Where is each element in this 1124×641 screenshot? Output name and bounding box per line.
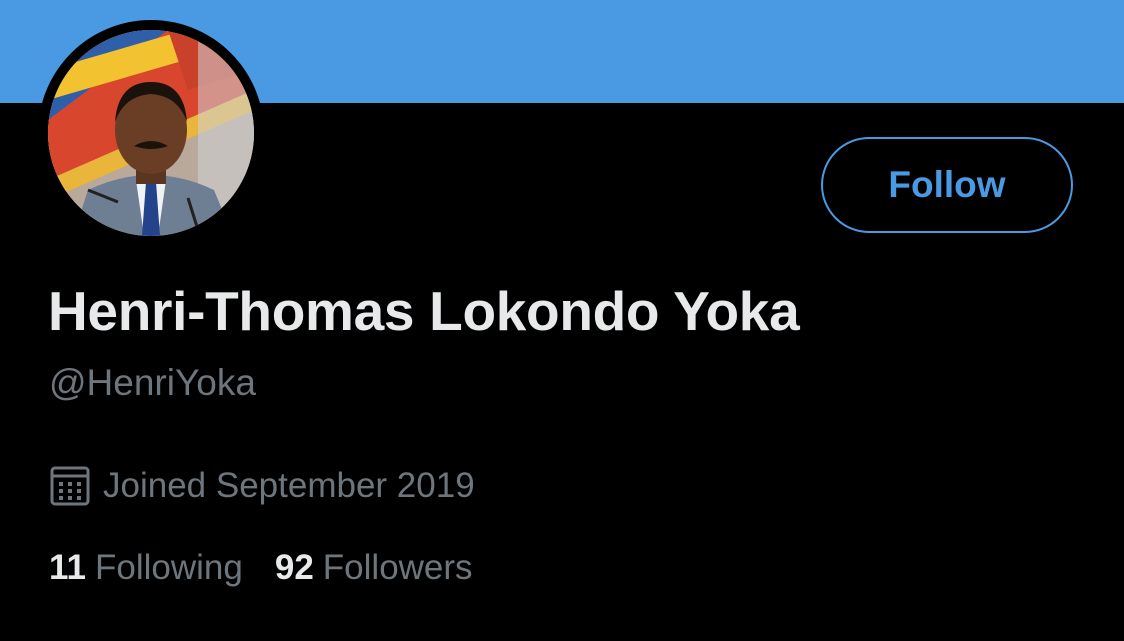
profile-handle: @HenriYoka [49, 362, 256, 403]
following-count: 11 [49, 548, 86, 587]
followers-link[interactable]: 92 Followers [275, 548, 473, 588]
follow-button[interactable]: Follow [821, 137, 1073, 233]
avatar-photo [48, 30, 254, 236]
followers-count: 92 [274, 548, 314, 587]
profile-stats: 11 Following 92 Followers [49, 548, 473, 588]
following-link[interactable]: 11 Following [49, 548, 243, 588]
followers-label: Followers [322, 548, 473, 587]
joined-text: Joined September 2019 [103, 466, 475, 505]
joined-date: Joined September 2019 [49, 464, 475, 508]
calendar-icon [50, 466, 90, 506]
following-label: Following [95, 548, 243, 587]
profile-display-name: Henri-Thomas Lokondo Yoka [48, 280, 800, 342]
avatar[interactable] [48, 30, 254, 236]
profile-page: Follow Henri-Thomas Lokondo Yoka @HenriY… [0, 0, 1124, 641]
